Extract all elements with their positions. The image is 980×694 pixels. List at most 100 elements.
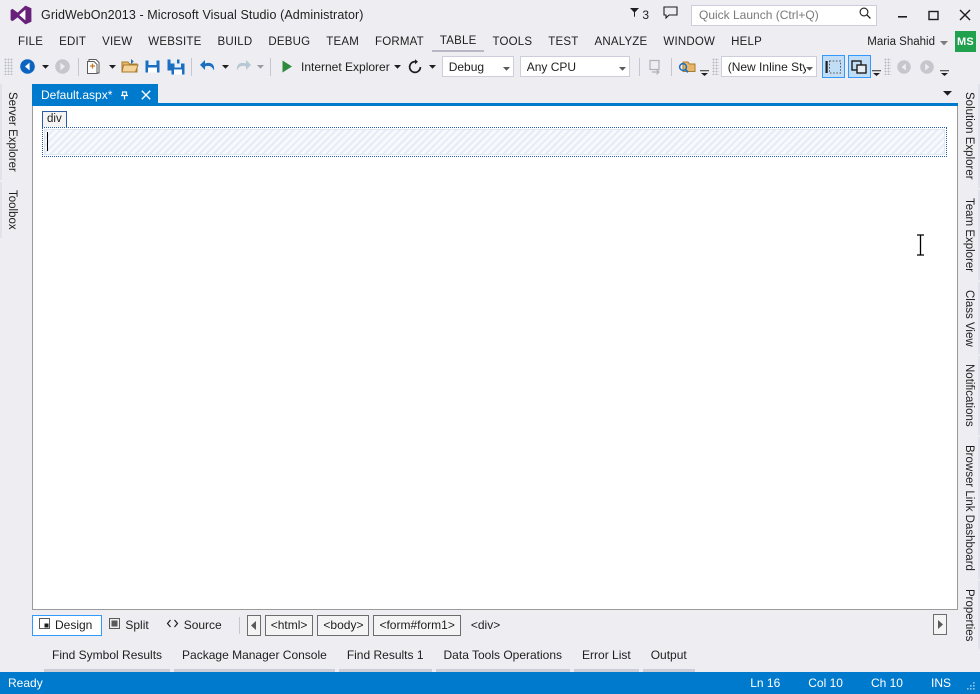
start-debug-target-label[interactable]: Internet Explorer [298, 60, 392, 74]
design-view-button[interactable]: Design [32, 614, 103, 636]
save-icon[interactable] [141, 55, 164, 78]
navigate-back-icon[interactable] [16, 55, 39, 78]
menu-item-edit[interactable]: EDIT [51, 33, 94, 51]
toolbar-separator [78, 57, 79, 76]
menu-item-file[interactable]: FILE [10, 33, 51, 51]
find-in-files-icon[interactable] [676, 55, 699, 78]
sidebar-item-notifications[interactable]: Notifications [959, 356, 980, 436]
menu-item-website[interactable]: WEBSITE [140, 33, 209, 51]
tab-data-tools-operations[interactable]: Data Tools Operations [435, 642, 571, 672]
nav-next-icon[interactable] [916, 55, 939, 78]
refresh-icon[interactable] [404, 55, 427, 78]
close-icon[interactable] [949, 0, 980, 30]
feedback-speech-bubble-icon[interactable] [663, 6, 678, 24]
tab-output[interactable]: Output [642, 642, 695, 672]
toolbar-grip[interactable] [711, 58, 719, 75]
sidebar-item-toolbox[interactable]: Toolbox [0, 181, 22, 238]
quick-launch-box[interactable] [691, 4, 877, 26]
search-input[interactable] [699, 8, 858, 22]
sidebar-item-server-explorer[interactable]: Server Explorer [0, 84, 22, 180]
refresh-dropdown[interactable] [427, 55, 439, 78]
sidebar-item-class-view[interactable]: Class View [959, 281, 980, 355]
menu-item-help[interactable]: HELP [723, 33, 770, 51]
pin-icon[interactable] [116, 86, 133, 104]
split-view-button[interactable]: Split [102, 615, 158, 636]
tag-navigator-body[interactable]: <body> [317, 614, 370, 636]
chevron-down-icon[interactable] [805, 60, 813, 74]
undo-icon[interactable] [196, 55, 219, 78]
sidebar-item-team-explorer[interactable]: Team Explorer [959, 189, 980, 280]
tab-find-symbol-results[interactable]: Find Symbol Results [44, 642, 171, 672]
status-insert-mode[interactable]: INS [917, 676, 965, 690]
viewbar-separator [238, 616, 240, 634]
tab-package-manager-console[interactable]: Package Manager Console [174, 642, 335, 672]
start-debug-play-icon[interactable] [275, 55, 298, 78]
avatar[interactable]: MS [955, 31, 976, 52]
tag-navigator-html[interactable]: <html> [264, 614, 314, 636]
menu-item-window[interactable]: WINDOW [655, 33, 723, 51]
visual-studio-window: GridWebOn2013 - Microsoft Visual Studio … [0, 0, 980, 694]
toolbar-overflow-icon[interactable] [699, 55, 710, 78]
div-element-block[interactable] [42, 127, 947, 157]
attach-style-sheet-icon[interactable] [847, 55, 871, 78]
tag-navigator-div[interactable]: <div> [465, 615, 506, 636]
resize-grip-icon[interactable] [965, 672, 978, 694]
solution-configuration-combo[interactable]: Debug [441, 56, 514, 77]
menu-item-team[interactable]: TEAM [318, 33, 367, 51]
split-view-icon [109, 618, 121, 632]
sidebar-item-browser-link-dashboard[interactable]: Browser Link Dashboard [959, 437, 980, 579]
search-icon[interactable] [858, 6, 872, 25]
design-view-icon [39, 618, 50, 632]
selected-tag-badge[interactable]: div [42, 111, 67, 128]
flag-icon [628, 6, 641, 24]
nav-toolbar-overflow-icon[interactable] [939, 55, 950, 78]
new-item-icon[interactable] [83, 55, 106, 78]
main-area: Server Explorer Toolbox Default.aspx* di… [0, 80, 980, 672]
source-view-button[interactable]: Source [159, 615, 232, 636]
style-application-icon[interactable] [821, 55, 845, 78]
solution-platform-combo[interactable]: Any CPU [519, 56, 630, 77]
menu-item-test[interactable]: TEST [540, 33, 586, 51]
undo-dropdown[interactable] [219, 55, 231, 78]
navigate-forward-icon[interactable] [51, 55, 74, 78]
chevron-down-icon[interactable] [502, 60, 510, 74]
nav-previous-icon[interactable] [893, 55, 916, 78]
style-application-target-combo[interactable]: (New Inline Style [720, 56, 817, 77]
menu-item-format[interactable]: FORMAT [367, 33, 432, 51]
menu-item-analyze[interactable]: ANALYZE [586, 33, 655, 51]
redo-dropdown[interactable] [254, 55, 266, 78]
minimize-icon[interactable] [887, 0, 918, 30]
sidebar-item-properties[interactable]: Properties [959, 580, 980, 650]
new-item-dropdown[interactable] [106, 55, 118, 78]
open-file-icon[interactable] [118, 55, 141, 78]
tab-error-list[interactable]: Error List [574, 642, 639, 672]
tab-find-results-1[interactable]: Find Results 1 [338, 642, 432, 672]
close-icon[interactable] [137, 86, 154, 104]
start-debug-dropdown[interactable] [392, 55, 404, 78]
notifications-button[interactable]: 3 [628, 6, 649, 24]
style-toolbar-overflow-icon[interactable] [871, 55, 882, 78]
scroll-left-arrow-icon[interactable] [246, 614, 261, 636]
scroll-right-arrow-icon[interactable] [933, 614, 947, 635]
toolbar-separator [638, 57, 640, 76]
maximize-icon[interactable] [918, 0, 949, 30]
navigate-back-dropdown[interactable] [39, 55, 51, 78]
save-all-icon[interactable] [164, 55, 187, 78]
menu-item-tools[interactable]: TOOLS [484, 33, 540, 51]
toolbar-grip[interactable] [883, 58, 891, 75]
chevron-down-icon[interactable] [940, 33, 948, 51]
menu-item-view[interactable]: VIEW [94, 33, 140, 51]
sidebar-item-solution-explorer[interactable]: Solution Explorer [959, 84, 980, 188]
tag-navigator-form[interactable]: <form#form1> [373, 614, 461, 636]
menu-item-table[interactable]: TABLE [431, 32, 485, 52]
toolbar-grip[interactable] [4, 58, 13, 75]
redo-icon[interactable] [231, 55, 254, 78]
left-tool-window-tabs: Server Explorer Toolbox [0, 80, 22, 672]
step-into-icon[interactable] [644, 55, 667, 78]
chevron-down-icon[interactable] [618, 60, 626, 74]
chevron-down-icon[interactable] [943, 83, 952, 101]
account-group[interactable]: Maria Shahid MS [867, 30, 976, 53]
menu-item-debug[interactable]: DEBUG [260, 33, 318, 51]
design-view-surface[interactable]: div [32, 106, 958, 610]
menu-item-build[interactable]: BUILD [209, 33, 260, 51]
